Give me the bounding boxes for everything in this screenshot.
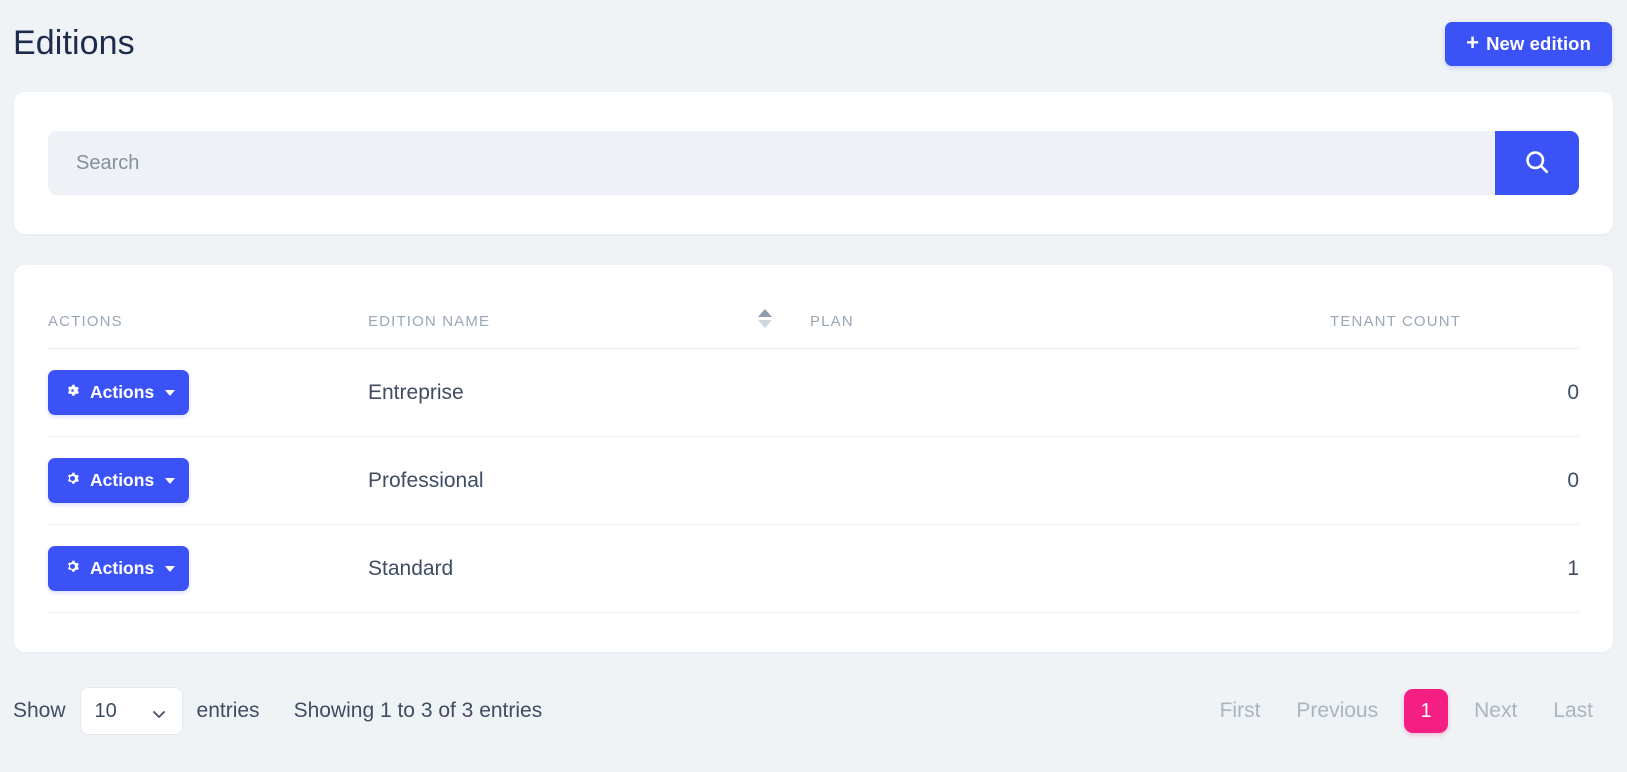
column-header-edition-name[interactable]: EDITION NAME (368, 265, 758, 349)
page-size-control: Show 10 25 50 100 entries (13, 687, 260, 735)
search-button[interactable] (1495, 131, 1579, 195)
table-body: Actions Entreprise 0 Actions Professiona… (48, 348, 1579, 613)
page-size-select[interactable]: 10 25 50 100 (79, 687, 183, 735)
table-row: Actions Entreprise 0 (48, 348, 1579, 437)
cell-plan (810, 436, 1330, 525)
pagination: First Previous 1 Next Last (1202, 689, 1611, 733)
cell-actions: Actions (48, 348, 368, 437)
cell-edition-name: Standard (368, 524, 758, 613)
cell-plan (810, 348, 1330, 437)
editions-table: ACTIONS EDITION NAME PLAN TENANT COUNT A… (48, 265, 1579, 613)
pagination-last[interactable]: Last (1535, 689, 1611, 733)
editions-table-card: ACTIONS EDITION NAME PLAN TENANT COUNT A… (14, 265, 1613, 652)
column-header-tenant-count[interactable]: TENANT COUNT (1330, 265, 1579, 349)
column-header-plan[interactable]: PLAN (810, 265, 1330, 349)
cell-tenant-count: 0 (1330, 436, 1579, 525)
table-head: ACTIONS EDITION NAME PLAN TENANT COUNT (48, 265, 1579, 349)
cell-sort-spacer (758, 524, 810, 613)
sort-down-arrow-icon (758, 320, 772, 328)
pagination-first[interactable]: First (1202, 689, 1279, 733)
actions-button-label: Actions (90, 470, 155, 490)
chevron-down-icon (165, 389, 176, 396)
cell-actions: Actions (48, 524, 368, 613)
actions-button-label: Actions (90, 558, 155, 578)
sort-up-arrow-icon (758, 309, 772, 317)
plus-icon: + (1466, 30, 1480, 55)
search-icon (1523, 148, 1551, 179)
actions-button[interactable]: Actions (48, 370, 190, 415)
actions-button-label: Actions (90, 382, 155, 402)
cell-tenant-count: 0 (1330, 348, 1579, 437)
gear-icon (64, 470, 81, 492)
page-header: Editions + New edition (0, 0, 1627, 92)
table-row: Actions Professional 0 (48, 436, 1579, 525)
chevron-down-icon (165, 565, 176, 572)
search-card (14, 92, 1613, 234)
cell-tenant-count: 1 (1330, 524, 1579, 613)
cell-edition-name: Entreprise (368, 348, 758, 437)
page-title: Editions (13, 24, 135, 62)
pagination-page-1[interactable]: 1 (1404, 689, 1449, 733)
search-wrap (48, 131, 1579, 195)
actions-button[interactable]: Actions (48, 546, 190, 591)
pagination-next[interactable]: Next (1456, 689, 1535, 733)
page-size-select-wrap: 10 25 50 100 (79, 687, 183, 735)
chevron-down-icon (165, 477, 176, 484)
new-edition-label: New edition (1486, 33, 1591, 54)
sort-ascending-icon[interactable] (758, 309, 772, 328)
sort-indicator-cell[interactable] (758, 265, 810, 349)
cell-actions: Actions (48, 436, 368, 525)
column-header-actions: ACTIONS (48, 265, 368, 349)
table-footer: Show 10 25 50 100 entries Showing 1 to 3… (0, 652, 1627, 748)
pagination-previous[interactable]: Previous (1278, 689, 1396, 733)
showing-entries-text: Showing 1 to 3 of 3 entries (293, 699, 543, 722)
search-input[interactable] (48, 131, 1495, 195)
gear-icon (64, 382, 81, 404)
cell-edition-name: Professional (368, 436, 758, 525)
show-label: Show (13, 699, 66, 722)
new-edition-button[interactable]: + New edition (1445, 22, 1612, 66)
cell-sort-spacer (758, 348, 810, 437)
gear-icon (64, 558, 81, 580)
editions-page: Editions + New edition ACTIONS (0, 0, 1627, 772)
entries-label: entries (196, 699, 260, 722)
cell-sort-spacer (758, 436, 810, 525)
table-header-row: ACTIONS EDITION NAME PLAN TENANT COUNT (48, 265, 1579, 349)
actions-button[interactable]: Actions (48, 458, 190, 503)
cell-plan (810, 524, 1330, 613)
table-row: Actions Standard 1 (48, 524, 1579, 613)
